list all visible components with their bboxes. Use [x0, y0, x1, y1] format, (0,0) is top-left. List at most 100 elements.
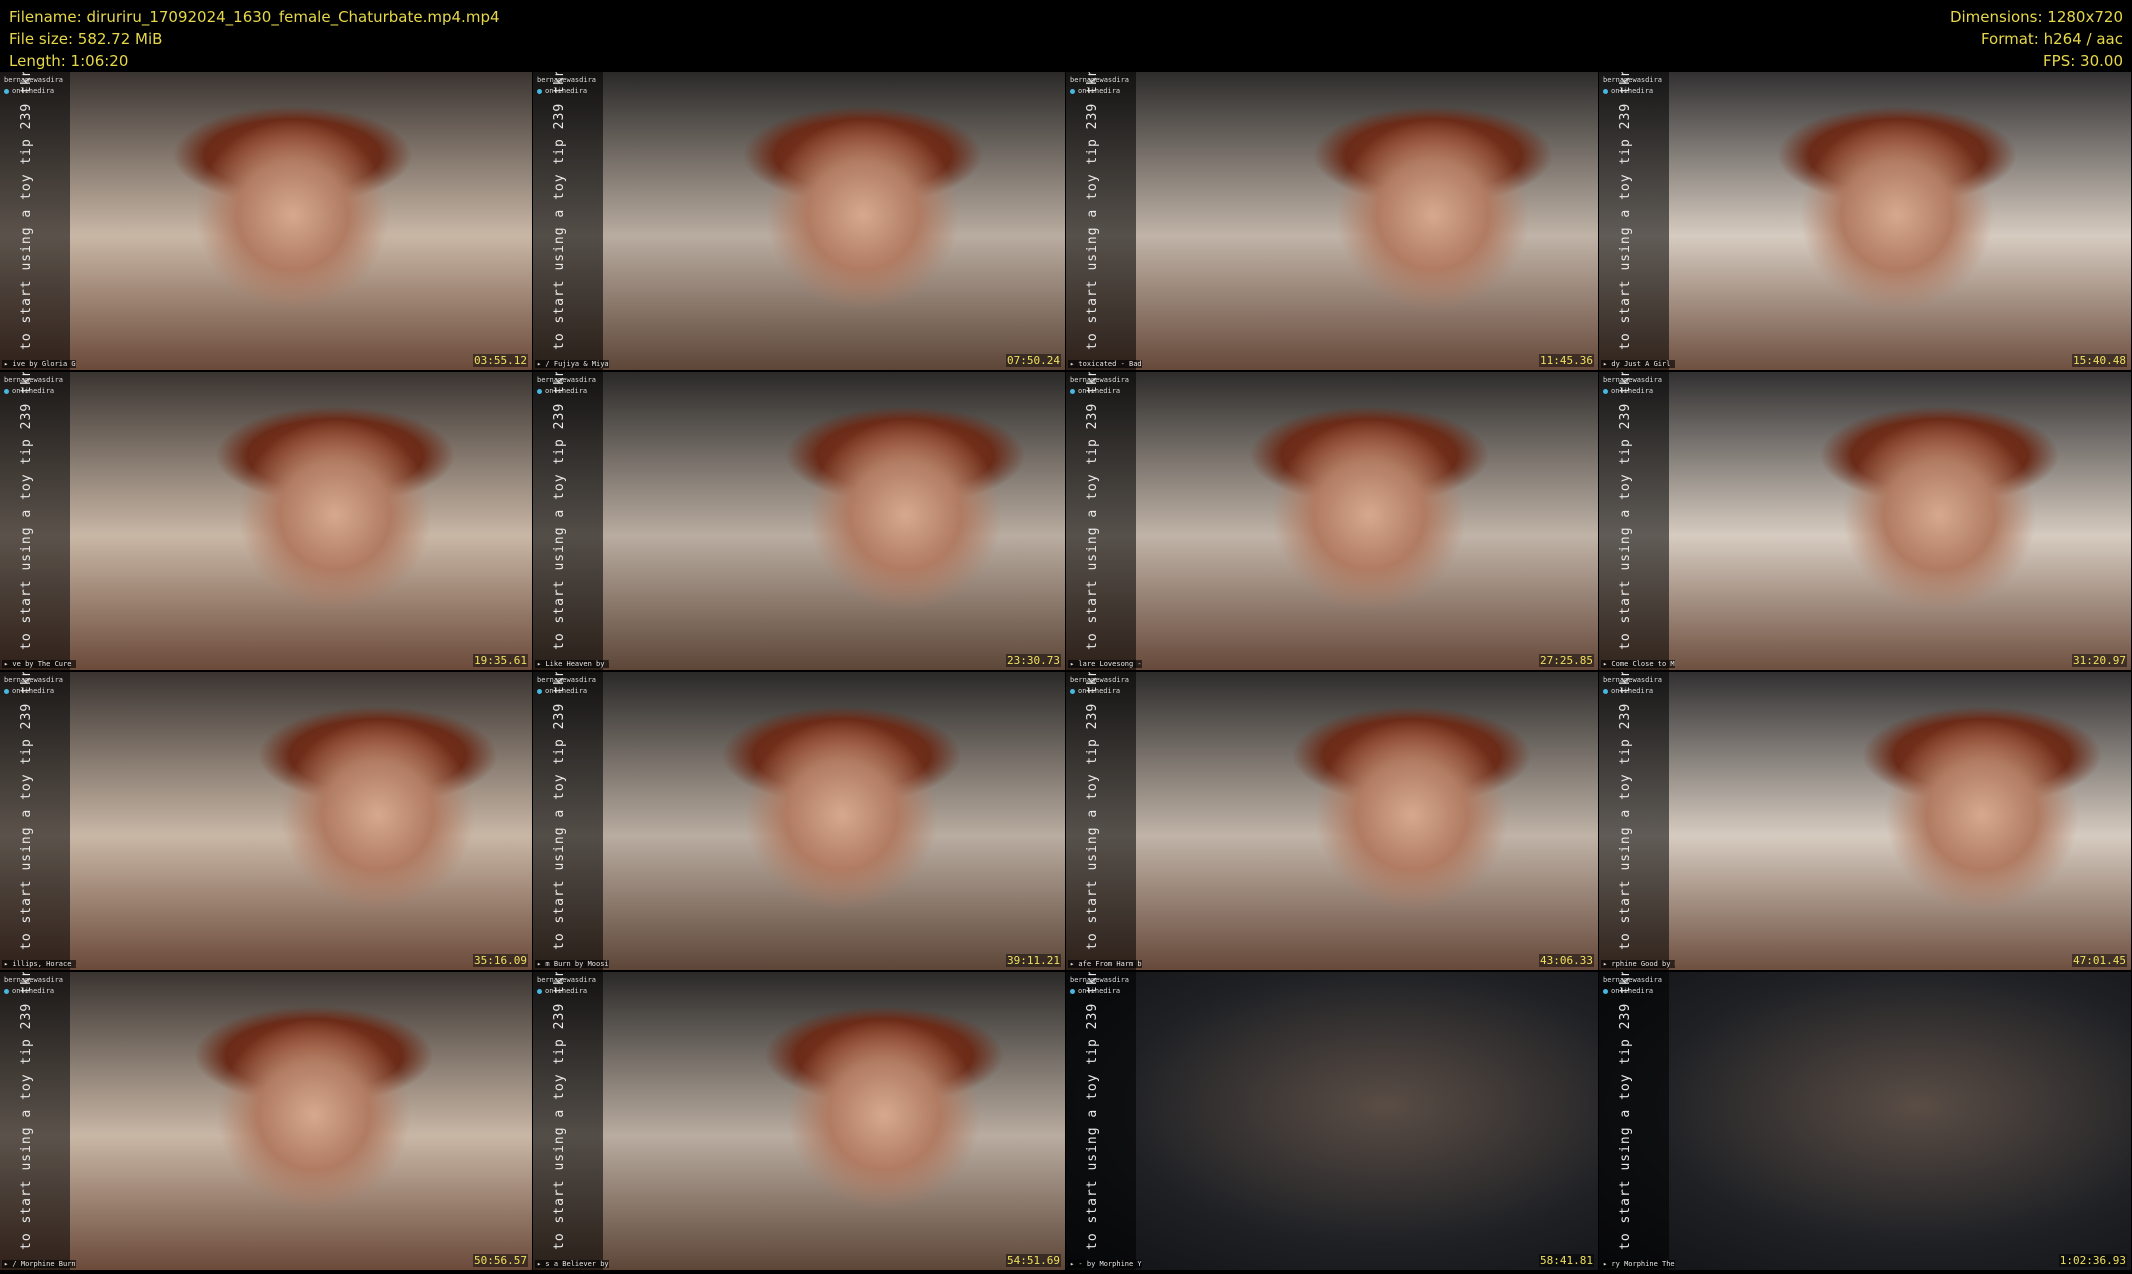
side-overlay: to start using a toy tip 239 tkn: [0, 972, 70, 1270]
overlay-line-2: onlinedira: [1603, 86, 1662, 97]
status-dot-icon: [4, 388, 9, 394]
overlay-line-1: bernamewasdira: [537, 76, 597, 84]
side-overlay: to start using a toy tip 239 tkn: [0, 672, 70, 970]
thumbnail[interactable]: to start using a toy tip 239 tkn bernamew…: [1599, 372, 2131, 670]
overlay-line-2: onlinedira: [1603, 386, 1662, 397]
thumbnail[interactable]: to start using a toy tip 239 tkn bernamew…: [533, 672, 1065, 970]
side-overlay: to start using a toy tip 239 tkn: [533, 972, 603, 1270]
overlay-line-2: onlinedira: [537, 986, 596, 997]
stream-overlay-info: bernamewasdira onlinedira: [1070, 675, 1129, 697]
timestamp-label: 43:06.33: [1539, 954, 1594, 967]
thumbnail[interactable]: to start using a toy tip 239 tkn bernamew…: [1599, 72, 2131, 370]
tip-menu-text: to start using a toy tip 239 tkn: [19, 672, 34, 950]
tip-menu-text: to start using a toy tip 239 tkn: [19, 972, 34, 1250]
now-playing-text: ▸ / Morphine Burn: [2, 1260, 76, 1268]
now-playing-text: ▸ - by Morphine You: [1068, 1260, 1142, 1268]
status-dot-icon: [1070, 988, 1075, 994]
stream-overlay-info: bernamewasdira onlinedira: [4, 675, 63, 697]
thumbnail[interactable]: to start using a toy tip 239 tkn bernamew…: [0, 672, 532, 970]
thumbnail[interactable]: to start using a toy tip 239 tkn bernamew…: [1599, 672, 2131, 970]
tip-menu-text: to start using a toy tip 239 tkn: [19, 372, 34, 650]
now-playing-text: ▸ lare Lovesong - I: [1068, 660, 1142, 668]
frame-image: [1066, 72, 1598, 370]
frame-image: [1599, 72, 2131, 370]
timestamp-label: 47:01.45: [2072, 954, 2127, 967]
status-dot-icon: [1070, 88, 1075, 94]
frame-image: [1599, 372, 2131, 670]
thumbnail[interactable]: to start using a toy tip 239 tkn bernamew…: [1599, 972, 2131, 1270]
frame-image: [0, 372, 532, 670]
stream-overlay-info: bernamewasdira onlinedira: [1603, 75, 1662, 97]
frame-image: [0, 972, 532, 1270]
overlay-line-2: onlinedira: [537, 86, 596, 97]
timestamp-label: 54:51.69: [1006, 1254, 1061, 1267]
timestamp-label: 15:40.48: [2072, 354, 2127, 367]
frame-image: [0, 72, 532, 370]
frame-image: [1066, 972, 1598, 1270]
stream-overlay-info: bernamewasdira onlinedira: [1070, 975, 1129, 997]
thumbnail[interactable]: to start using a toy tip 239 tkn bernamew…: [533, 72, 1065, 370]
dimensions-label: Dimensions: 1280x720: [1949, 8, 2123, 26]
now-playing-text: ▸ toxicated - Badi: [1068, 360, 1142, 368]
overlay-line-2: onlinedira: [4, 86, 63, 97]
frame-image: [533, 672, 1065, 970]
status-dot-icon: [537, 688, 542, 694]
side-overlay: to start using a toy tip 239 tkn: [1599, 72, 1669, 370]
now-playing-text: ▸ s a Believer by T: [535, 1260, 609, 1268]
now-playing-text: ▸ ve by The Cure P: [2, 660, 76, 668]
overlay-line-2: onlinedira: [1603, 686, 1662, 697]
stream-overlay-info: bernamewasdira onlinedira: [1603, 375, 1662, 397]
status-dot-icon: [1603, 988, 1608, 994]
status-dot-icon: [4, 988, 9, 994]
timestamp-label: 31:20.97: [2072, 654, 2127, 667]
timestamp-label: 23:30.73: [1006, 654, 1061, 667]
timestamp-label: 39:11.21: [1006, 954, 1061, 967]
format-label: Format: h264 / aac: [1980, 30, 2123, 48]
status-dot-icon: [1603, 88, 1608, 94]
frame-image: [533, 972, 1065, 1270]
thumbnail-grid: to start using a toy tip 239 tkn bernamew…: [0, 72, 2132, 1274]
side-overlay: to start using a toy tip 239 tkn: [1066, 72, 1136, 370]
side-overlay: to start using a toy tip 239 tkn: [1066, 672, 1136, 970]
thumbnail[interactable]: to start using a toy tip 239 tkn bernamew…: [533, 972, 1065, 1270]
stream-overlay-info: bernamewasdira onlinedira: [1603, 975, 1662, 997]
thumbnail[interactable]: to start using a toy tip 239 tkn bernamew…: [1066, 672, 1598, 970]
thumbnail[interactable]: to start using a toy tip 239 tkn bernamew…: [0, 72, 532, 370]
now-playing-text: ▸ afe From Harm by: [1068, 960, 1142, 968]
status-dot-icon: [537, 388, 542, 394]
side-overlay: to start using a toy tip 239 tkn: [1066, 372, 1136, 670]
frame-image: [1066, 672, 1598, 970]
frame-image: [1599, 972, 2131, 1270]
side-overlay: to start using a toy tip 239 tkn: [0, 72, 70, 370]
timestamp-label: 58:41.81: [1539, 1254, 1594, 1267]
thumbnail[interactable]: to start using a toy tip 239 tkn bernamew…: [0, 972, 532, 1270]
status-dot-icon: [1603, 388, 1608, 394]
side-overlay: to start using a toy tip 239 tkn: [533, 672, 603, 970]
now-playing-text: ▸ m Burn by Moosic: [535, 960, 609, 968]
thumbnail[interactable]: to start using a toy tip 239 tkn bernamew…: [1066, 972, 1598, 1270]
thumbnail[interactable]: to start using a toy tip 239 tkn bernamew…: [0, 372, 532, 670]
overlay-line-1: bernamewasdira: [1070, 76, 1130, 84]
filesize-label: File size: 582.72 MiB: [9, 30, 163, 48]
overlay-line-1: bernamewasdira: [1070, 976, 1130, 984]
header-bar: Filename: diruriru_17092024_1630_female_…: [0, 0, 2132, 72]
tip-menu-text: to start using a toy tip 239 tkn: [1085, 72, 1100, 350]
overlay-line-2: onlinedira: [1070, 386, 1129, 397]
tip-menu-text: to start using a toy tip 239 tkn: [552, 72, 567, 350]
side-overlay: to start using a toy tip 239 tkn: [1599, 372, 1669, 670]
thumbnail[interactable]: to start using a toy tip 239 tkn bernamew…: [1066, 372, 1598, 670]
tip-menu-text: to start using a toy tip 239 tkn: [1618, 72, 1633, 350]
overlay-line-1: bernamewasdira: [1603, 976, 1663, 984]
thumbnail[interactable]: to start using a toy tip 239 tkn bernamew…: [533, 372, 1065, 670]
stream-overlay-info: bernamewasdira onlinedira: [537, 375, 596, 397]
video-info: Dimensions: 1280x720 Format: h264 / aac …: [1950, 6, 2123, 72]
tip-menu-text: to start using a toy tip 239 tkn: [552, 672, 567, 950]
status-dot-icon: [4, 688, 9, 694]
overlay-line-2: onlinedira: [537, 686, 596, 697]
side-overlay: to start using a toy tip 239 tkn: [533, 72, 603, 370]
thumbnail[interactable]: to start using a toy tip 239 tkn bernamew…: [1066, 72, 1598, 370]
now-playing-text: ▸ / Fujiya & Miyagi: [535, 360, 609, 368]
frame-image: [533, 72, 1065, 370]
now-playing-text: ▸ rphine Good by M: [1601, 960, 1675, 968]
stream-overlay-info: bernamewasdira onlinedira: [4, 375, 63, 397]
